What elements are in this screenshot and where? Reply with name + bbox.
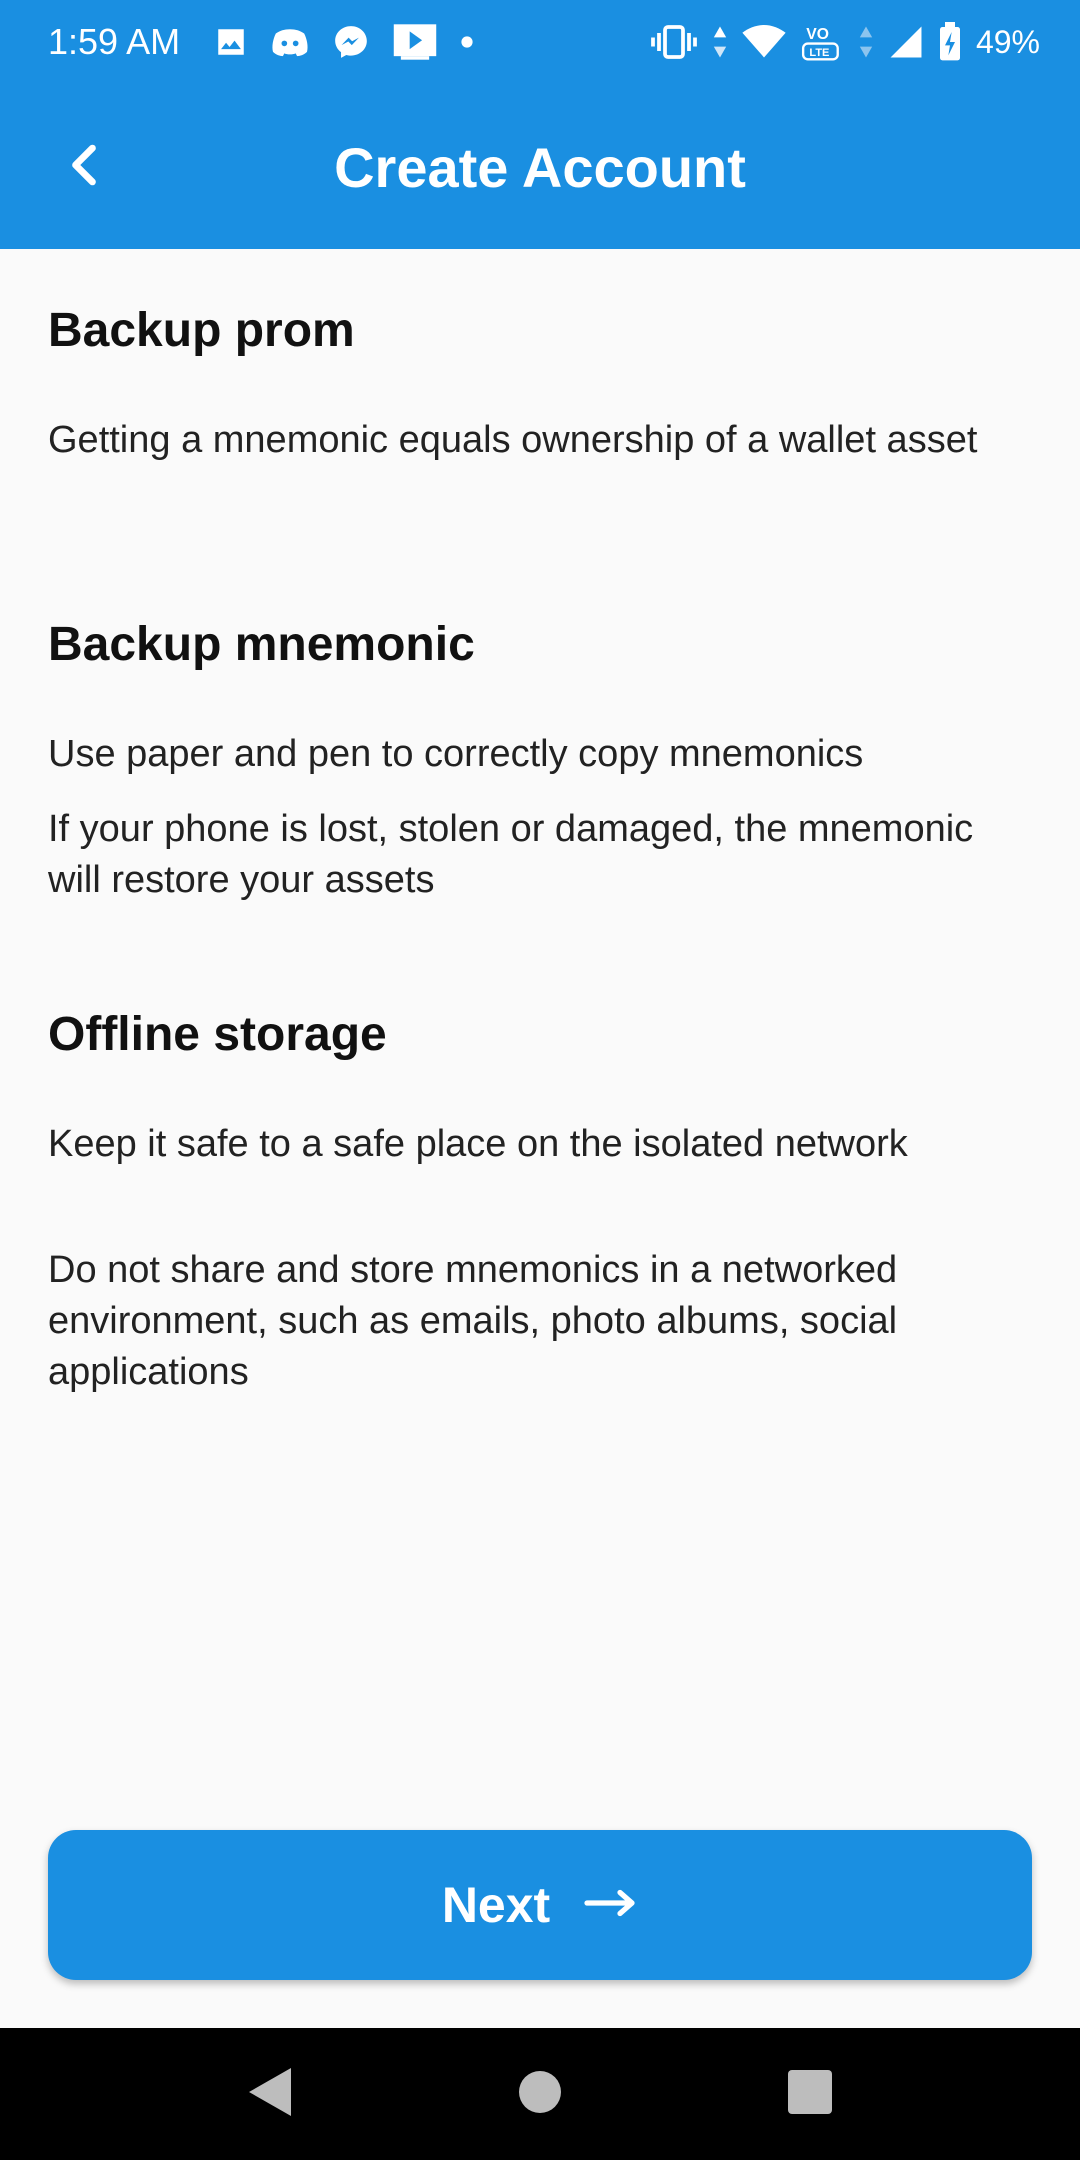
next-button-label: Next [441, 1877, 551, 1933]
dot-icon [460, 35, 474, 49]
nav-home-button[interactable] [500, 2054, 580, 2134]
nav-recents-icon [787, 2069, 833, 2120]
battery-icon [938, 22, 962, 62]
media-icon [392, 22, 438, 62]
section-title-offline-storage: Offline storage [48, 1008, 387, 1061]
next-button[interactable]: Next [48, 1830, 1032, 1980]
data-arrows-icon [712, 25, 728, 59]
create-account-screen: 1:59 AM VO LTE 49% Create Account Backup… [0, 0, 1080, 2160]
vibrate-icon [650, 24, 698, 60]
data-arrows-2-icon [858, 25, 874, 59]
nav-back-icon [247, 2066, 293, 2123]
messenger-icon [332, 23, 370, 61]
section-text: Use paper and pen to correctly copy mnem… [48, 733, 864, 775]
volte-icon: VO LTE [800, 21, 844, 63]
nav-recents-button[interactable] [770, 2054, 850, 2134]
discord-icon [270, 25, 310, 59]
signal-icon [888, 25, 924, 59]
section-text: Getting a mnemonic equals ownership of a… [48, 419, 978, 461]
section-title-backup-prom: Backup prom [48, 304, 355, 357]
system-icons: VO LTE 49% [650, 18, 1040, 66]
system-nav-bar [0, 2028, 1080, 2160]
section-text: Keep it safe to a safe place on the isol… [48, 1123, 908, 1165]
section-text: Do not share and store mnemonics in a ne… [48, 1249, 898, 1393]
status-bar: 1:59 AM VO LTE 49% [0, 0, 1080, 84]
page-title: Create Account [334, 136, 746, 199]
arrow-right-icon [584, 1888, 638, 1923]
battery-percent: 49% [975, 24, 1040, 60]
section-title-backup-mnemonic: Backup mnemonic [48, 618, 475, 671]
svg-text:VO: VO [806, 26, 829, 43]
section-text: If your phone is lost, stolen or damaged… [48, 808, 974, 901]
svg-text:LTE: LTE [809, 47, 829, 59]
nav-home-icon [517, 2069, 563, 2120]
nav-back-button[interactable] [230, 2054, 310, 2134]
notification-icons [214, 18, 474, 66]
status-time: 1:59 AM [48, 21, 181, 62]
wifi-icon [742, 25, 786, 59]
app-bar: Create Account [0, 84, 1080, 249]
image-icon [214, 25, 248, 59]
